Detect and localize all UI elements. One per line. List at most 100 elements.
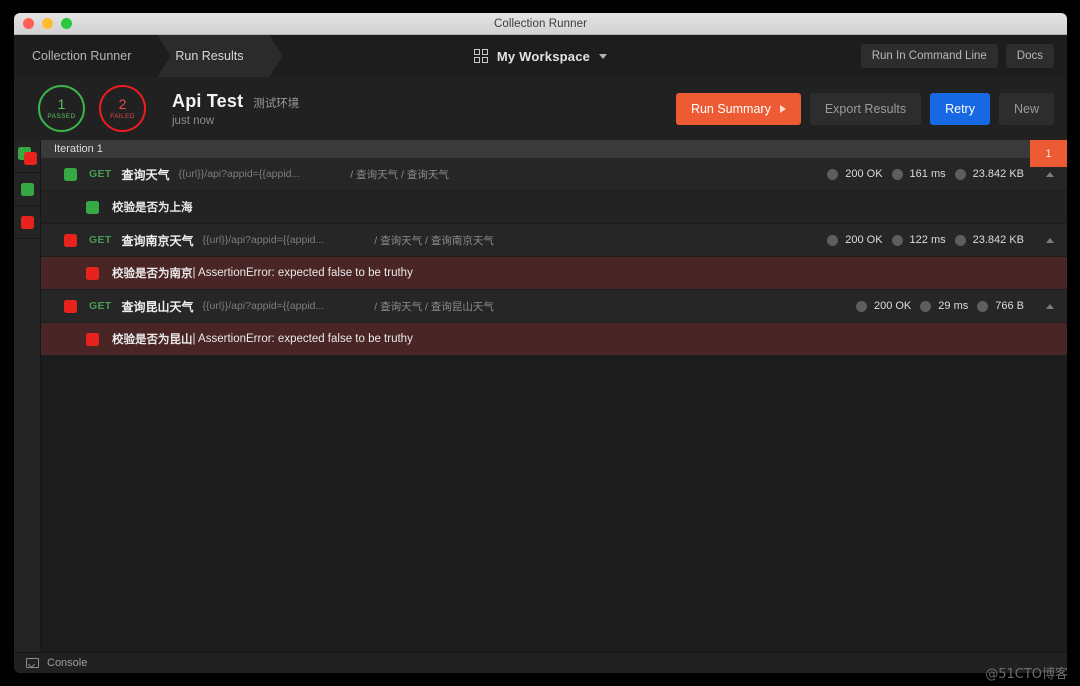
size-dot-icon [977, 300, 989, 312]
test-status-square-icon [86, 200, 99, 214]
iteration-label: Iteration 1 [54, 143, 103, 155]
request-path: / 查询天气 / 查询昆山天气 [374, 300, 494, 313]
request-path: / 查询天气 / 查询南京天气 [374, 234, 494, 247]
status-badge: 200 OK [827, 234, 883, 246]
time-dot-icon [891, 234, 903, 246]
iteration-rail [14, 140, 41, 652]
run-timestamp: just now [172, 114, 215, 127]
failed-counter: 2 FAILED [99, 85, 146, 132]
window-titlebar: Collection Runner [14, 13, 1067, 35]
chevron-down-icon[interactable] [599, 53, 608, 59]
grid-icon [473, 49, 488, 63]
request-status-square-icon [64, 233, 77, 247]
response-size-badge: 23.842 KB [954, 168, 1024, 180]
run-in-command-line-button[interactable]: Run In Command Line [860, 44, 998, 68]
time-dot-icon [891, 168, 903, 180]
workspace-name: My Workspace [496, 48, 591, 64]
response-size-badge: 766 B [977, 300, 1024, 312]
request-url: {{url}}/api?appid={{appid... [202, 234, 325, 246]
request-status-square-icon [64, 299, 77, 313]
rail-item-mixed[interactable] [14, 140, 40, 173]
test-status-square-icon [86, 266, 99, 280]
run-summary-button[interactable]: Run Summary [675, 92, 801, 125]
response-time: 161 ms [909, 168, 946, 180]
pass-square-icon [20, 182, 34, 196]
watermark: @51CTO博客 [985, 667, 1068, 682]
request-status-square-icon [64, 167, 77, 181]
passed-label: PASSED [47, 113, 76, 120]
test-error: | AssertionError: expected false to be t… [192, 333, 413, 345]
rail-item-fail[interactable] [14, 206, 40, 239]
response-size: 23.842 KB [972, 168, 1024, 180]
list-item[interactable]: 校验是否为昆山 | AssertionError: expected false… [41, 323, 1067, 356]
request-stats: 200 OK 29 ms 766 B [855, 300, 1054, 312]
test-name: 校验是否为上海 [112, 202, 193, 214]
response-time: 29 ms [938, 300, 969, 312]
request-method: GET [89, 234, 112, 246]
test-status-square-icon [86, 332, 99, 346]
table-row[interactable]: GET 查询南京天气 {{url}}/api?appid={{appid... … [41, 224, 1067, 257]
request-method: GET [89, 168, 112, 180]
request-stats: 200 OK 122 ms 23.842 KB [827, 234, 1054, 246]
status-dot-icon [827, 234, 839, 246]
size-dot-icon [954, 168, 966, 180]
table-row[interactable]: GET 查询天气 {{url}}/api?appid={{appid... / … [41, 158, 1067, 191]
table-row[interactable]: GET 查询昆山天气 {{url}}/api?appid={{appid... … [41, 290, 1067, 323]
size-dot-icon [954, 234, 966, 246]
chevron-up-icon[interactable] [1046, 303, 1054, 309]
run-title-row: Api Test 测试环境 [172, 91, 299, 112]
time-dot-icon [920, 300, 932, 312]
failed-label: FAILED [110, 113, 135, 120]
app-window: Collection Runner Collection Runner Run … [14, 13, 1067, 673]
play-triangle-icon [779, 104, 786, 113]
tab-run-results[interactable]: Run Results [157, 35, 284, 77]
docs-button[interactable]: Docs [1005, 44, 1054, 68]
request-name: 查询天气 [121, 167, 170, 182]
request-method: GET [89, 300, 112, 312]
summary-actions: Run Summary Export Results Retry New [675, 92, 1054, 125]
response-code: 200 OK [845, 234, 883, 246]
run-metadata: Api Test 测试环境 just now [172, 91, 299, 127]
console-label: Console [47, 657, 88, 669]
request-url: {{url}}/api?appid={{appid... [178, 168, 301, 180]
rail-item-pass[interactable] [14, 173, 40, 206]
iteration-header: Iteration 1 1 [41, 140, 1067, 167]
request-name: 查询昆山天气 [121, 299, 194, 314]
response-code: 200 OK [845, 168, 883, 180]
topnav-actions: Run In Command Line Docs [860, 35, 1067, 77]
tab-collection-runner-label: Collection Runner [32, 49, 132, 63]
console-bar[interactable]: Console [14, 652, 1067, 673]
response-time-badge: 161 ms [891, 168, 946, 180]
page-title: Api Test [172, 90, 244, 111]
tab-collection-runner[interactable]: Collection Runner [14, 35, 172, 77]
iteration-badge[interactable]: 1 [1030, 140, 1067, 167]
run-summary-bar: 1 PASSED 2 FAILED Api Test 测试环境 just now… [14, 77, 1067, 140]
export-results-button[interactable]: Export Results [809, 92, 922, 125]
status-dot-icon [827, 168, 839, 180]
chevron-up-icon[interactable] [1046, 171, 1054, 177]
list-item[interactable]: 校验是否为上海 [41, 191, 1067, 224]
top-navigation: Collection Runner Run Results My Workspa… [14, 35, 1067, 77]
response-size-badge: 23.842 KB [954, 234, 1024, 246]
response-time-badge: 29 ms [920, 300, 968, 312]
response-size: 23.842 KB [972, 234, 1024, 246]
response-time-badge: 122 ms [891, 234, 946, 246]
mixed-result-squares-icon [17, 147, 37, 165]
window-title: Collection Runner [493, 17, 588, 30]
terminal-icon [26, 658, 39, 668]
request-stats: 200 OK 161 ms 23.842 KB [827, 168, 1054, 180]
chevron-up-icon[interactable] [1046, 237, 1054, 243]
response-size: 766 B [995, 300, 1024, 312]
environment-name: 测试环境 [253, 97, 300, 110]
new-button[interactable]: New [998, 92, 1054, 125]
fail-square-icon [20, 215, 34, 229]
list-item[interactable]: 校验是否为南京 | AssertionError: expected false… [41, 257, 1067, 290]
status-dot-icon [855, 300, 867, 312]
failed-count: 2 [118, 96, 127, 112]
status-badge: 200 OK [827, 168, 883, 180]
test-name: 校验是否为南京 [112, 268, 193, 280]
test-name: 校验是否为昆山 [112, 334, 193, 346]
test-error: | AssertionError: expected false to be t… [192, 267, 413, 279]
results-body: Iteration 1 1 GET 查询天气 {{url}}/api?appid… [14, 140, 1067, 652]
retry-button[interactable]: Retry [930, 92, 990, 125]
